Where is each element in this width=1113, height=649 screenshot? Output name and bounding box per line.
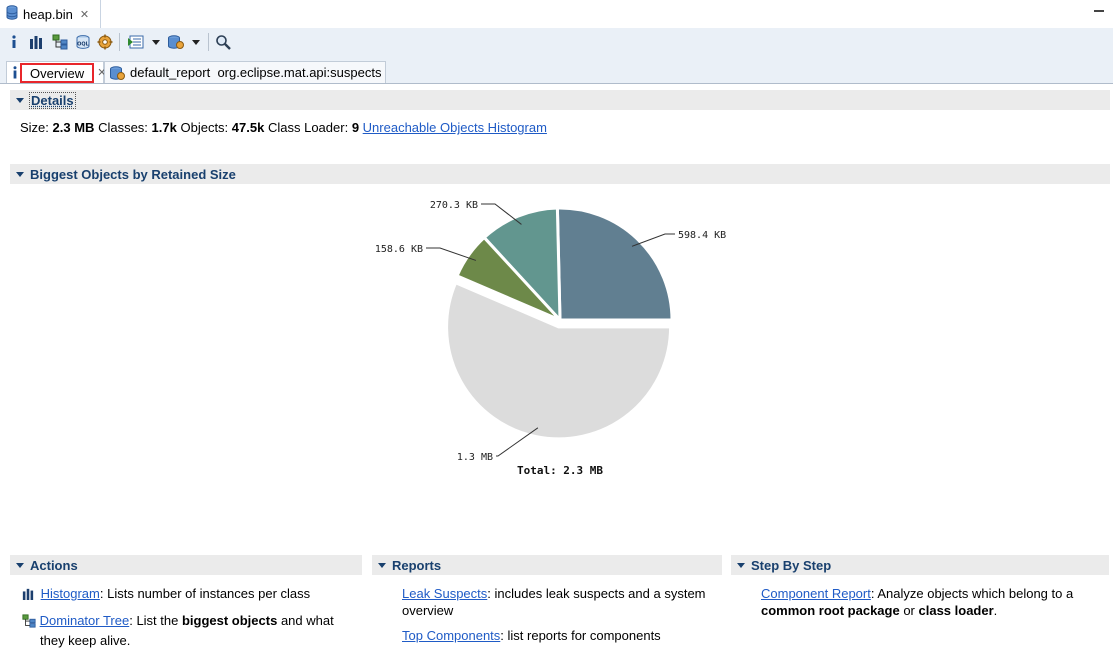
details-section-header[interactable]: Details — [10, 90, 1110, 110]
step-by-step-section-header[interactable]: Step By Step — [731, 555, 1109, 575]
chevron-down-icon — [16, 171, 24, 177]
details-summary: Size: 2.3 MB Classes: 1.7k Objects: 47.5… — [20, 120, 547, 135]
actions-list: Histogram: Lists number of instances per… — [22, 585, 362, 649]
leak-suspects-link[interactable]: Leak Suspects — [402, 586, 487, 601]
step-component-report: Component Report: Analyze objects which … — [761, 585, 1101, 619]
search-icon[interactable] — [215, 33, 231, 51]
tab-default-report[interactable]: default_report org.eclipse.mat.api:suspe… — [104, 61, 386, 83]
editor-tab-label: heap.bin — [23, 6, 73, 22]
chevron-down-icon — [378, 562, 386, 568]
toolbar-separator — [208, 33, 209, 51]
component-report-link[interactable]: Component Report — [761, 586, 871, 601]
report-top-components: Top Components: list reports for compone… — [402, 627, 712, 644]
dominator-tree-icon — [22, 614, 36, 632]
actions-section-header[interactable]: Actions — [10, 555, 362, 575]
size-value: 2.3 MB — [52, 120, 95, 135]
pie-slice-label: 270.3 KB — [430, 200, 478, 211]
leak-suspects-description: : includes leak suspects and a system — [487, 586, 706, 601]
objects-label: Objects: — [180, 120, 229, 135]
histogram-description: : Lists number of instances per class — [99, 586, 311, 601]
classes-value: 1.7k — [151, 120, 177, 135]
size-label: Size: — [20, 120, 49, 135]
period-text: . — [993, 603, 998, 618]
pie-slice-label: 1.3 MB — [457, 452, 493, 463]
dominator-tree-link[interactable]: Dominator Tree — [40, 613, 130, 628]
classes-label: Classes: — [98, 120, 148, 135]
run-report-icon[interactable] — [127, 33, 145, 51]
class-loader-value: 9 — [351, 120, 360, 135]
svg-text:OQL: OQL — [77, 42, 90, 48]
query-browser-icon[interactable] — [167, 33, 185, 51]
top-components-description: : list reports for components — [500, 628, 661, 643]
pie-slice-label: 598.4 KB — [678, 230, 726, 241]
minimize-icon[interactable] — [1093, 6, 1105, 20]
database-icon — [6, 5, 18, 23]
editor-tab-bar: heap.bin ✕ — [0, 0, 1113, 29]
histogram-icon — [22, 587, 34, 604]
actions-title: Actions — [30, 557, 78, 573]
component-report-description: : Analyze objects which belong to a — [870, 586, 1074, 601]
info-icon — [12, 66, 18, 79]
editor-tab-heap-bin[interactable]: heap.bin ✕ — [0, 0, 101, 28]
pie-total-label: Total: 2.3 MB — [517, 464, 603, 477]
oql-icon[interactable]: OQL — [75, 33, 91, 51]
toolbar-separator — [119, 33, 120, 51]
pie-slice[interactable] — [555, 206, 674, 322]
action-dominator-tree: Dominator Tree: List the biggest objects… — [22, 612, 362, 649]
reports-section-header[interactable]: Reports — [372, 555, 722, 575]
objects-value: 47.5k — [231, 120, 265, 135]
histogram-icon[interactable] — [28, 33, 44, 51]
dominator-description-2: and what — [277, 613, 334, 628]
common-root-package-text: common root package — [761, 603, 900, 618]
tab-default-report-label: default_report org.eclipse.mat.api:suspe… — [130, 65, 382, 80]
action-histogram: Histogram: Lists number of instances per… — [22, 585, 362, 604]
chevron-down-icon[interactable] — [191, 33, 201, 51]
biggest-objects-title: Biggest Objects by Retained Size — [30, 166, 236, 182]
step-by-step-title: Step By Step — [751, 557, 832, 573]
dominator-description-bold: biggest objects — [181, 613, 278, 628]
reports-title: Reports — [392, 557, 442, 573]
result-tab-bar: Overview ✕ default_report org.eclipse.ma… — [0, 57, 1113, 84]
close-icon[interactable]: ✕ — [80, 8, 89, 21]
step-by-step-list: Component Report: Analyze objects which … — [761, 585, 1101, 619]
toolbar: OQL — [0, 28, 1113, 57]
biggest-objects-section-header[interactable]: Biggest Objects by Retained Size — [10, 164, 1110, 184]
report-leak-suspects: Leak Suspects: includes leak suspects an… — [402, 585, 712, 619]
component-report-description-2: common root package or class loader. — [761, 602, 1101, 619]
chevron-down-icon — [16, 562, 24, 568]
chevron-down-icon[interactable] — [151, 33, 161, 51]
details-title: Details — [29, 91, 76, 109]
info-icon[interactable] — [8, 33, 20, 51]
report-icon — [109, 65, 125, 81]
or-text: or — [899, 603, 919, 618]
top-components-link[interactable]: Top Components — [402, 628, 500, 643]
class-loader-text: class loader — [918, 603, 994, 618]
class-loader-label: Class Loader: — [267, 120, 349, 135]
retained-size-pie-chart: 598.4 KB 270.3 KB 158.6 KB 1.3 MB Total: 2.3… — [360, 190, 760, 490]
tab-overview-label: Overview — [20, 62, 95, 83]
chevron-down-icon — [737, 562, 745, 568]
dominator-tree-icon[interactable] — [52, 33, 68, 51]
heap-dump-overview-icon[interactable] — [97, 33, 113, 51]
dominator-description-1: : List the — [129, 613, 182, 628]
pie-chart-svg: 598.4 KB 270.3 KB 158.6 KB 1.3 MB Total: 2.3… — [375, 200, 726, 477]
histogram-link[interactable]: Histogram — [41, 586, 100, 601]
chevron-down-icon — [16, 97, 24, 103]
unreachable-objects-link[interactable]: Unreachable Objects Histogram — [363, 120, 547, 135]
reports-list: Leak Suspects: includes leak suspects an… — [402, 585, 712, 644]
leak-suspects-description-2: overview — [402, 603, 454, 618]
tab-overview[interactable]: Overview ✕ — [6, 61, 106, 83]
pie-slice-label: 158.6 KB — [375, 244, 423, 255]
